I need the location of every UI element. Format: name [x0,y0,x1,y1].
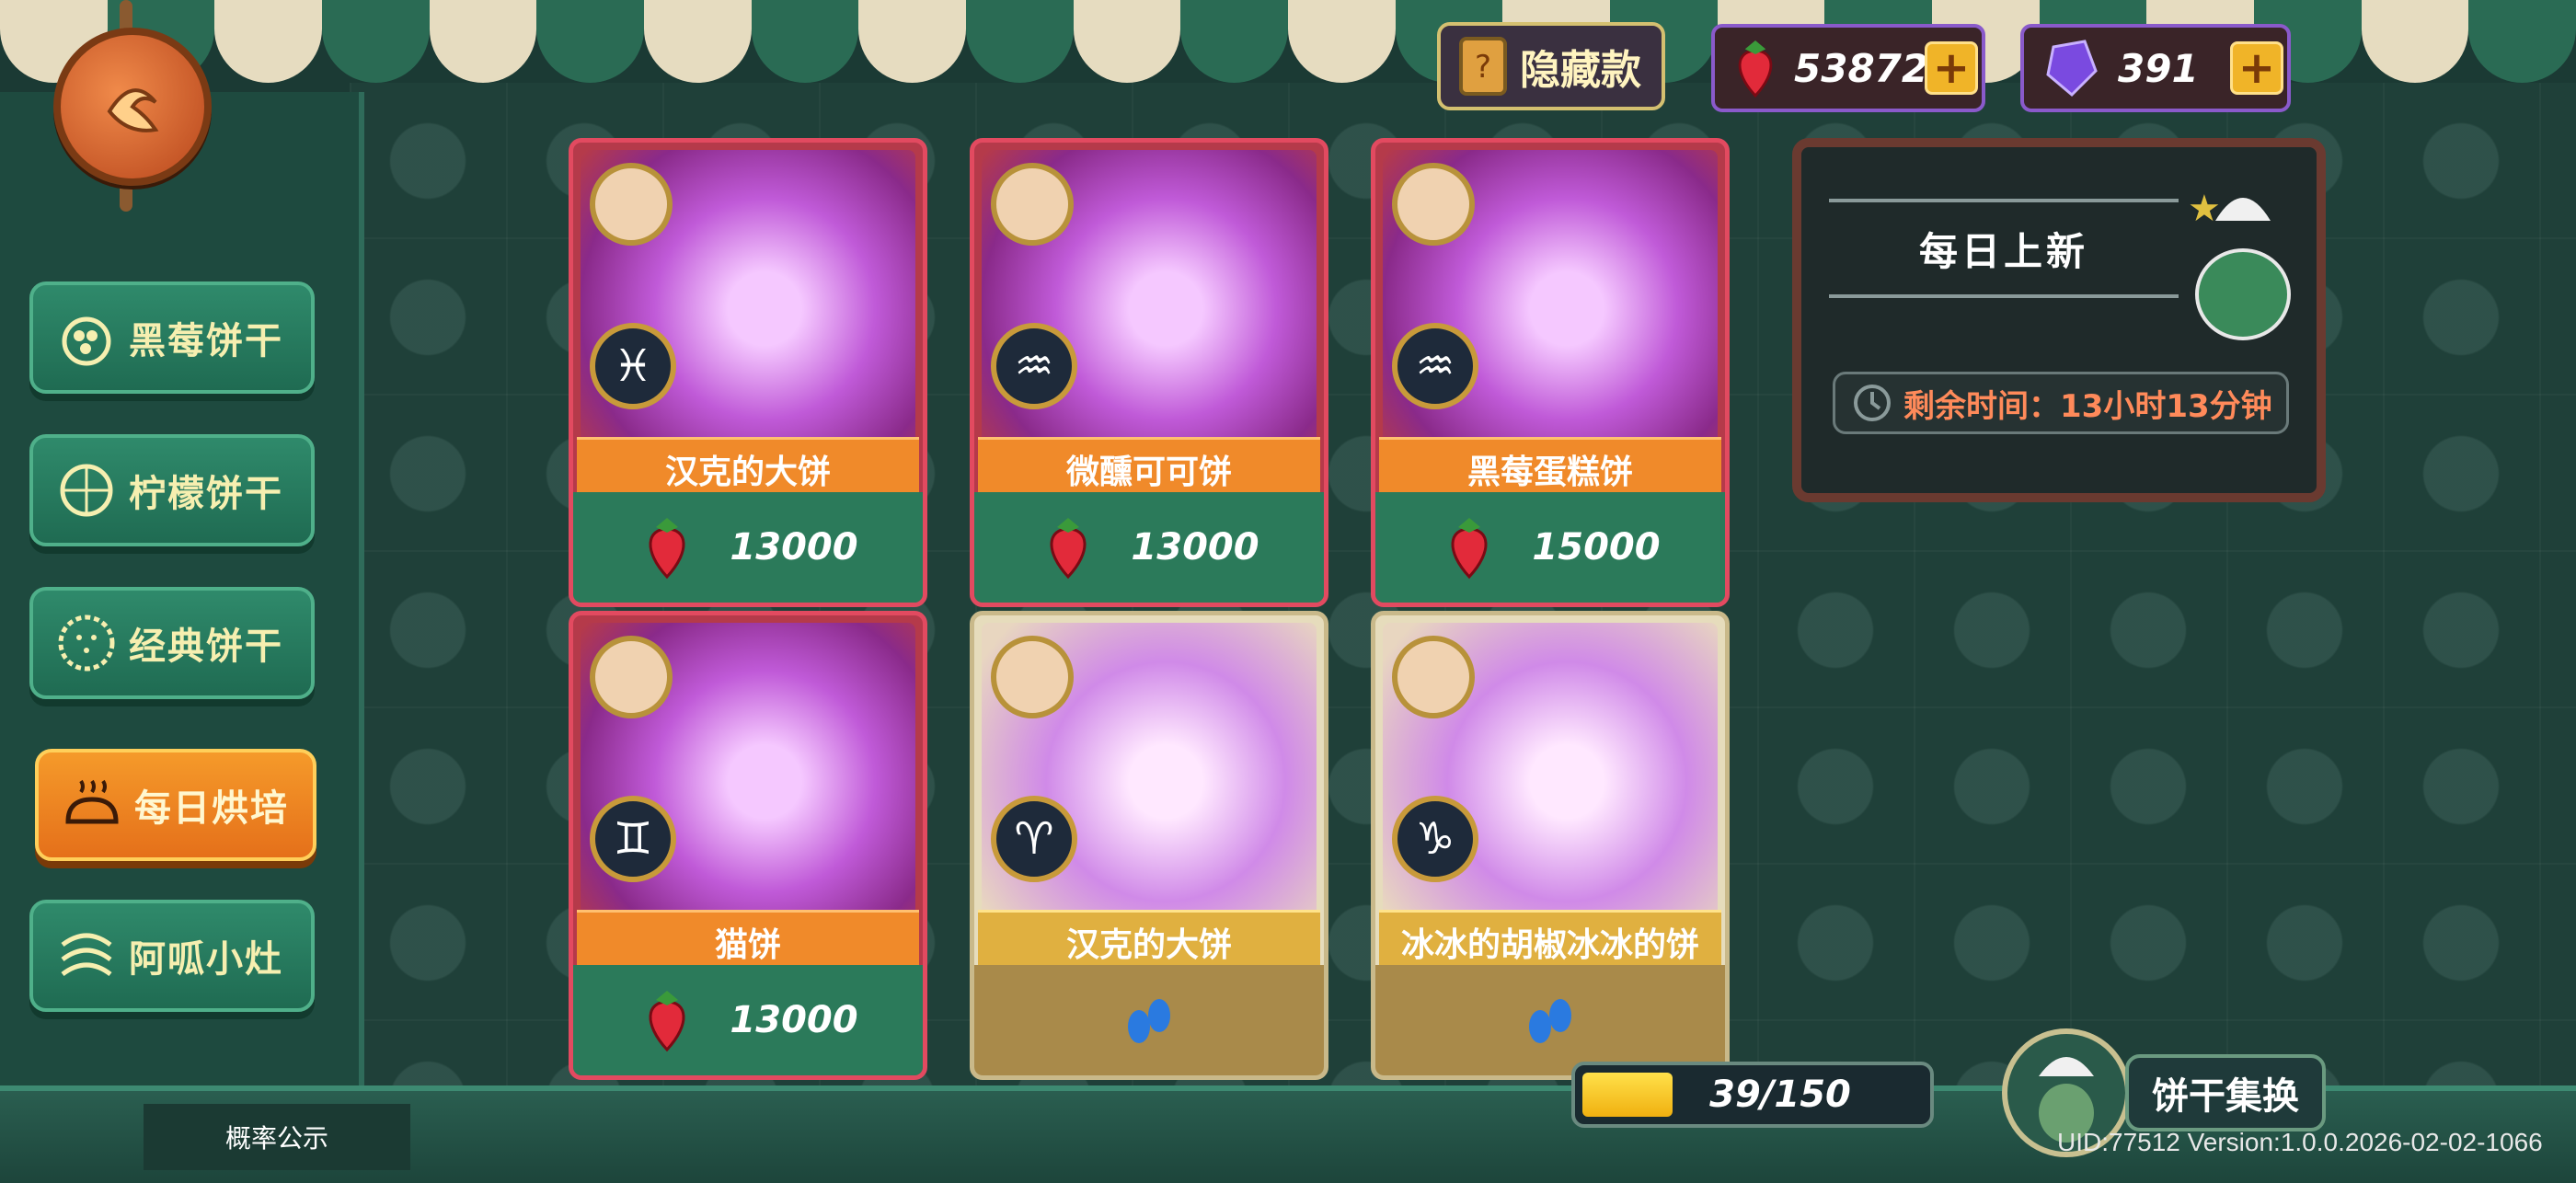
strawberry-currency: 53872 + [1711,24,1985,112]
zodiac-icon: ♑ [1392,796,1478,882]
sidebar-item-lemon[interactable]: 柠檬饼干 [29,434,315,546]
awning-stripe [536,0,645,83]
zodiac-icon: ♊ [590,796,676,882]
zodiac-icon: ♓ [590,323,676,409]
footprints-icon [1128,999,1170,1043]
character-avatar [590,163,673,246]
sidebar-item-classic[interactable]: 经典饼干 [29,587,315,699]
cookie-card[interactable]: ♑ 冰冰的胡椒冰冰的饼 [1371,611,1730,1080]
strawberry-count: 53872 [1794,45,1929,91]
gem-count: 391 [2118,45,2199,91]
awning-stripe [966,0,1074,83]
awning-stripe [214,0,323,83]
progress-text: 39/150 [1709,1074,1851,1116]
probability-button[interactable]: 概率公示 [144,1104,410,1170]
cookie-card[interactable]: ♒ 微醺可可饼 13000 [970,138,1328,607]
card-price: 13000 [730,526,858,569]
character-avatar [991,636,1074,718]
collection-progress: 39/150 [1571,1062,1934,1128]
awning-stripe [429,0,537,83]
sidebar-item-label: 阿呱小灶 [129,938,283,981]
zodiac-icon: ♒ [1392,323,1478,409]
awning-stripe [2361,0,2469,83]
add-strawberry-button[interactable]: + [1925,41,1978,95]
awning-stripe [1288,0,1396,83]
card-price: 15000 [1532,526,1661,569]
countdown-text: 剩余时间：13小时13分钟 [1903,387,2272,425]
daily-new-panel: 每日上新 ★ 剩余时间：13小时13分钟 [1792,138,2326,502]
zodiac-icon: ♒ [991,323,1077,409]
price-bar [974,965,1324,1075]
sidebar-item-label: 经典饼干 [129,626,283,668]
awning-stripe [644,0,752,83]
sidebar-item-daily-bake[interactable]: 每日烘培 [35,749,316,861]
strawberry-icon [1451,518,1488,580]
hidden-collection-label: 隐藏款 [1520,47,1641,94]
character-avatar [590,636,673,718]
awning-stripe [2468,0,2576,83]
chef-frog-icon: ★ [2188,188,2291,340]
awning-stripe [751,0,859,83]
sidebar-item-label: 每日烘培 [134,787,289,830]
logo-emblem-icon [107,88,159,132]
version-text: UID:77512 Version:1.0.0.2026-02-02-1066 [2057,1128,2543,1156]
blackberry-icon [62,316,111,366]
sidebar-item-label: 黑莓饼干 [129,320,283,362]
strawberry-icon [649,991,685,1052]
lemon-icon [60,464,113,517]
cookie-card[interactable]: ♊ 猫饼 13000 [569,611,927,1080]
hidden-collection-button[interactable]: ? 隐藏款 [1437,22,1665,110]
character-avatar [1392,163,1475,246]
awning-stripe [858,0,967,83]
strawberry-icon [1738,40,1773,98]
mystery-card-icon: ? [1459,37,1507,96]
price-bar [1375,965,1725,1075]
countdown-timer: 剩余时间：13小时13分钟 [1833,372,2289,434]
character-avatar [1392,636,1475,718]
cookie-card[interactable]: ♈ 汉克的大饼 [970,611,1328,1080]
bread-icon [65,779,119,824]
gem-currency: 391 + [2020,24,2291,112]
strawberry-icon [649,518,685,580]
zodiac-icon: ♈ [991,796,1077,882]
price-bar: 13000 [573,965,923,1075]
card-price: 13000 [730,999,858,1041]
gem-icon [2046,40,2098,98]
price-bar: 13000 [974,492,1324,603]
character-avatar [991,163,1074,246]
sidebar-item-label: 柠檬饼干 [129,473,283,515]
svg-text:?: ? [1475,49,1491,86]
cookie-icon [58,614,115,672]
strawberry-icon [1050,518,1087,580]
awning-stripe [1073,0,1181,83]
sidebar-item-stove[interactable]: 阿呱小灶 [29,900,315,1012]
stove-icon [61,933,112,977]
price-bar: 13000 [573,492,923,603]
footprints-icon [1529,999,1571,1043]
awning-stripe [1180,0,1289,83]
game-logo[interactable] [53,28,212,186]
cookie-card[interactable]: ♒ 黑莓蛋糕饼 15000 [1371,138,1730,607]
cookie-exchange-button[interactable]: 饼干集换 [2125,1054,2326,1131]
awning-stripe [322,0,430,83]
daily-title: 每日上新 [1829,199,2179,298]
svg-text:★: ★ [2188,188,2221,230]
sidebar-item-blackberry[interactable]: 黑莓饼干 [29,281,315,394]
add-gem-button[interactable]: + [2230,41,2283,95]
price-bar: 15000 [1375,492,1725,603]
cookie-card[interactable]: ♓ 汉克的大饼 13000 [569,138,927,607]
clock-icon [1854,385,1891,421]
card-price: 13000 [1131,526,1259,569]
